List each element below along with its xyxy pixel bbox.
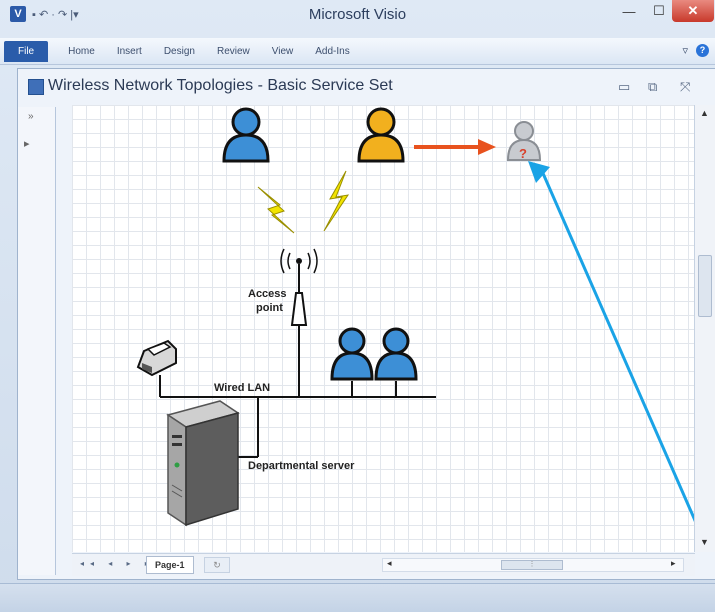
vertical-scroll-thumb[interactable] <box>698 255 712 317</box>
scroll-up-icon[interactable]: ▲ <box>700 108 709 118</box>
shapes-panel: » ▸ <box>18 107 56 575</box>
expand-shapes-icon[interactable]: » <box>28 111 34 122</box>
tab-review[interactable]: Review <box>217 46 250 57</box>
departmental-server-label: Departmental server <box>248 460 355 472</box>
scroll-right-icon[interactable]: ▸ <box>671 558 676 569</box>
doc-minimize-button[interactable]: ▭ <box>618 79 630 95</box>
vertical-scrollbar[interactable]: ▲ ▼ <box>694 105 715 552</box>
tab-insert[interactable]: Insert <box>117 46 142 57</box>
document-icon <box>28 79 44 95</box>
scroll-left-icon[interactable]: ◂ <box>387 558 392 569</box>
user-icon-blue[interactable] <box>222 107 270 163</box>
annotation-callout-arrow <box>528 161 695 525</box>
user-icon-blue-2[interactable] <box>330 327 374 381</box>
stencil-icon[interactable]: ▸ <box>24 137 30 150</box>
user-icon-blue-3[interactable] <box>374 327 418 381</box>
tab-page-1[interactable]: Page-1 <box>146 556 194 574</box>
document-title: Wireless Network Topologies - Basic Serv… <box>48 77 393 94</box>
drawing-canvas[interactable]: ? Access point Wired LAN Departmental se… <box>72 105 695 552</box>
scroll-down-icon[interactable]: ▼ <box>700 537 709 547</box>
unknown-user-icon[interactable]: ? <box>506 121 542 161</box>
close-button[interactable]: ✕ <box>672 0 714 22</box>
access-point-label-line2: point <box>256 302 283 314</box>
document-window: Wireless Network Topologies - Basic Serv… <box>17 68 715 580</box>
visio-window: V ▪ ↶ · ↷ |▾ Microsoft Visio — ☐ ✕ File … <box>0 0 715 612</box>
document-title-bar: Wireless Network Topologies - Basic Serv… <box>18 69 715 105</box>
status-bar <box>0 583 715 612</box>
printer-icon[interactable] <box>136 339 177 377</box>
horizontal-scroll-thumb[interactable]: ⋮ <box>501 560 563 570</box>
tab-view[interactable]: View <box>272 46 294 57</box>
minimize-button[interactable]: — <box>612 0 646 22</box>
doc-restore-button[interactable]: ⧉ <box>648 79 657 95</box>
page-navigation-bar: ◂◂ ◂ ▸ ▸▸ Page-1 ↻ ◂ ⋮ ▸ <box>72 553 695 576</box>
server-icon[interactable] <box>166 400 240 527</box>
ribbon-right-controls: ▿ ? <box>682 44 709 57</box>
maximize-button[interactable]: ☐ <box>642 0 676 22</box>
ribbon-tabs: File Home Insert Design Review View Add-… <box>0 38 715 65</box>
wired-lan-label: Wired LAN <box>214 382 270 394</box>
wireless-signal-icon <box>257 186 295 234</box>
tab-home[interactable]: Home <box>68 46 95 57</box>
tab-file[interactable]: File <box>4 40 49 62</box>
arrow-right-icon <box>414 139 496 155</box>
app-title: Microsoft Visio <box>308 6 407 23</box>
horizontal-scrollbar[interactable]: ◂ ⋮ ▸ <box>382 558 684 572</box>
help-icon[interactable]: ? <box>696 44 709 57</box>
tab-design[interactable]: Design <box>164 46 195 57</box>
tab-row: File Home Insert Design Review View Add-… <box>0 38 372 64</box>
ribbon-expand-icon[interactable]: ▿ <box>682 44 688 57</box>
access-point-icon[interactable] <box>280 248 318 326</box>
user-icon-yellow[interactable] <box>357 107 405 163</box>
unknown-user-mark: ? <box>519 146 527 161</box>
title-bar: V ▪ ↶ · ↷ |▾ Microsoft Visio — ☐ ✕ <box>0 0 715 30</box>
doc-close-button[interactable]: ⤧ <box>680 79 690 95</box>
access-point-label-line1: Access <box>248 288 287 300</box>
wireless-signal-icon <box>323 170 350 232</box>
tab-add-ins[interactable]: Add-Ins <box>315 46 349 57</box>
insert-page-icon[interactable]: ↻ <box>204 557 230 573</box>
